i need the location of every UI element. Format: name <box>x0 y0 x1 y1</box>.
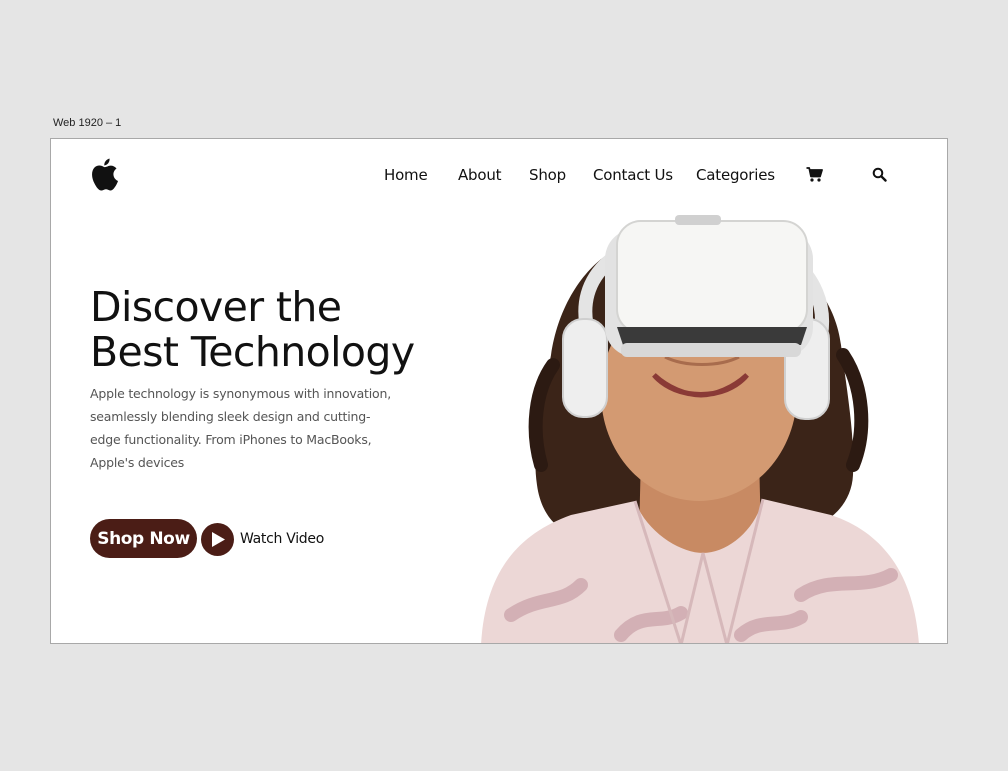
nav-shop[interactable]: Shop <box>529 166 566 184</box>
nav-home[interactable]: Home <box>384 166 428 184</box>
main-navigation: Home About Shop Contact Us Categories <box>51 166 947 188</box>
hero-title-line-2: Best Technology <box>90 328 415 376</box>
cart-icon[interactable] <box>806 167 823 182</box>
shop-now-button[interactable]: Shop Now <box>90 519 197 558</box>
landing-page: Home About Shop Contact Us Categories Di… <box>50 138 948 644</box>
nav-about[interactable]: About <box>458 166 502 184</box>
play-video-button[interactable] <box>201 523 234 556</box>
watch-video-link[interactable]: Watch Video <box>240 531 324 547</box>
search-icon[interactable] <box>872 167 887 182</box>
woman-wearing-vr-headset-photo <box>481 215 919 643</box>
nav-categories[interactable]: Categories <box>696 166 775 184</box>
hero-title: Discover the Best Technology <box>90 285 450 375</box>
artboard-label: Web 1920 – 1 <box>53 117 122 129</box>
play-icon <box>212 532 225 547</box>
hero-description: Apple technology is synonymous with inno… <box>90 386 391 470</box>
nav-contact-us[interactable]: Contact Us <box>593 166 673 184</box>
hero-title-line-1: Discover the <box>90 283 342 331</box>
